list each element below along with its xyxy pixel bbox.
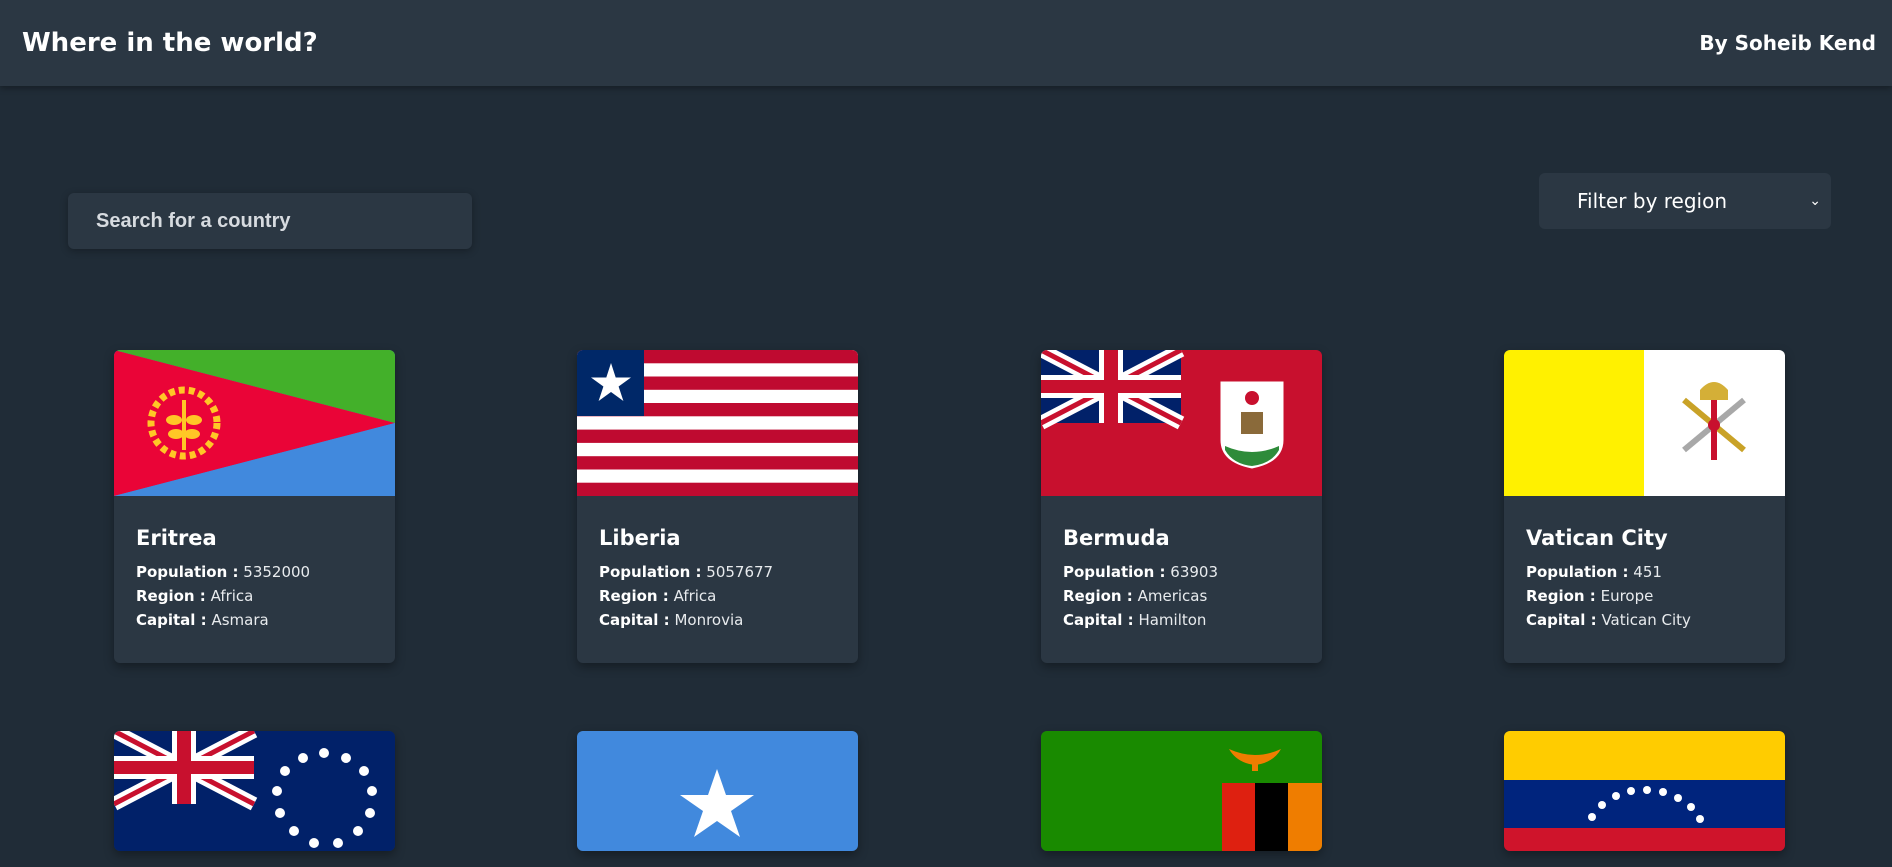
capital-value: Monrovia [674, 611, 744, 629]
app-title: Where in the world? [22, 28, 318, 58]
country-card-eritrea[interactable]: Eritrea Population : 5352000 Region : Af… [114, 350, 395, 663]
population-value: 63903 [1170, 563, 1218, 581]
population-row: Population : 5057677 [599, 563, 774, 581]
region-row: Region : Africa [599, 587, 717, 605]
population-value: 451 [1633, 563, 1662, 581]
eritrea-flag-image [114, 350, 395, 496]
region-filter-select[interactable]: Filter by region ⌄ [1539, 173, 1831, 229]
venezuela-flag-image [1504, 731, 1785, 851]
region-value: Africa [210, 587, 254, 605]
country-card-liberia[interactable]: Liberia Population : 5057677 Region : Af… [577, 350, 858, 663]
country-card-somalia[interactable] [577, 731, 858, 851]
vatican-flag-image [1504, 350, 1785, 496]
capital-value: Hamilton [1138, 611, 1207, 629]
country-card-cook-islands[interactable] [114, 731, 395, 851]
country-name: Eritrea [136, 526, 217, 550]
region-row: Region : Africa [136, 587, 254, 605]
author-credit: By Soheib Kend [1699, 31, 1876, 55]
zambia-flag-image [1041, 731, 1322, 851]
region-value: Africa [673, 587, 717, 605]
population-row: Population : 451 [1526, 563, 1662, 581]
chevron-down-icon: ⌄ [1809, 193, 1821, 209]
country-card-venezuela[interactable] [1504, 731, 1785, 851]
bermuda-flag-image [1041, 350, 1322, 496]
capital-value: Asmara [211, 611, 269, 629]
region-row: Region : Europe [1526, 587, 1654, 605]
country-name: Bermuda [1063, 526, 1170, 550]
region-row: Region : Americas [1063, 587, 1208, 605]
capital-value: Vatican City [1601, 611, 1691, 629]
capital-row: Capital : Vatican City [1526, 611, 1691, 629]
search-input[interactable] [96, 209, 472, 233]
population-value: 5057677 [706, 563, 774, 581]
population-row: Population : 63903 [1063, 563, 1218, 581]
country-card-vatican-city[interactable]: Vatican City Population : 451 Region : E… [1504, 350, 1785, 663]
population-row: Population : 5352000 [136, 563, 311, 581]
country-card-bermuda[interactable]: Bermuda Population : 63903 Region : Amer… [1041, 350, 1322, 663]
capital-row: Capital : Asmara [136, 611, 269, 629]
cook-islands-flag-image [114, 731, 395, 851]
app-header: Where in the world? By Soheib Kend [0, 0, 1892, 86]
filter-label: Filter by region [1577, 189, 1728, 213]
search-box[interactable] [68, 193, 472, 249]
country-name: Vatican City [1526, 526, 1668, 550]
somalia-flag-image [577, 731, 858, 851]
population-value: 5352000 [243, 563, 311, 581]
region-value: Europe [1600, 587, 1654, 605]
capital-row: Capital : Hamilton [1063, 611, 1207, 629]
country-card-zambia[interactable] [1041, 731, 1322, 851]
country-name: Liberia [599, 526, 681, 550]
region-value: Americas [1137, 587, 1208, 605]
capital-row: Capital : Monrovia [599, 611, 744, 629]
liberia-flag-image [577, 350, 858, 496]
